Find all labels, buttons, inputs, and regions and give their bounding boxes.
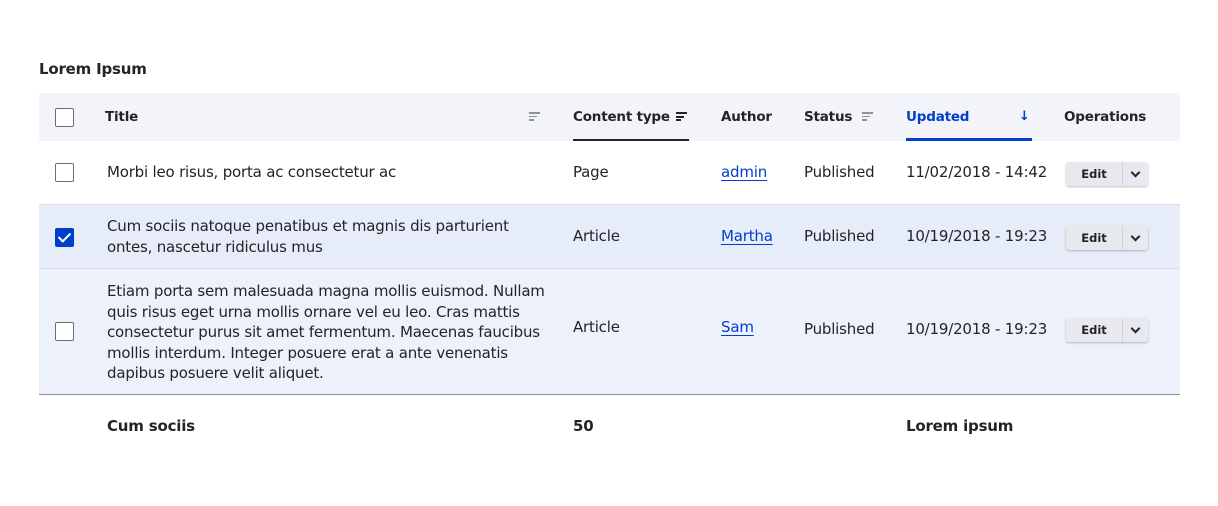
sort-lines-icon	[862, 112, 873, 121]
row-checkbox[interactable]	[55, 163, 74, 182]
column-label-status: Status	[804, 109, 853, 125]
row-title: Etiam porta sem malesuada magna mollis e…	[107, 282, 545, 382]
row-checkbox[interactable]	[55, 228, 74, 247]
arrow-down-icon: ↓	[1019, 109, 1030, 124]
edit-button[interactable]: Edit	[1066, 162, 1123, 186]
row-status: Published	[804, 227, 875, 245]
author-link[interactable]: Sam	[721, 318, 754, 336]
row-updated: 10/19/2018 - 19:23	[906, 320, 1048, 338]
row-status: Published	[804, 320, 875, 338]
column-label-operations: Operations	[1064, 109, 1147, 125]
column-header-author[interactable]: Author	[721, 93, 791, 141]
column-header-status[interactable]: Status	[804, 93, 884, 141]
column-label-author: Author	[721, 109, 772, 125]
sort-lines-icon	[676, 112, 687, 121]
row-title: Morbi leo risus, porta ac consectetur ac	[107, 163, 397, 181]
footer-updated: Lorem ipsum	[906, 417, 1014, 435]
author-link[interactable]: admin	[721, 163, 767, 181]
operations-dropbutton: Edit	[1066, 226, 1148, 250]
row-updated: 11/02/2018 - 14:42	[906, 163, 1048, 181]
edit-button[interactable]: Edit	[1066, 226, 1123, 250]
author-link[interactable]: Martha	[721, 227, 773, 245]
column-label-content-type: Content type	[573, 109, 670, 125]
operations-toggle[interactable]	[1123, 226, 1148, 250]
chevron-down-icon	[1130, 231, 1141, 241]
column-label-title: Title	[105, 109, 139, 125]
row-content-type: Article	[573, 318, 620, 336]
chevron-down-icon	[1130, 323, 1141, 333]
column-header-title[interactable]: Title	[105, 93, 549, 141]
footer-content-type: 50	[573, 417, 594, 435]
column-label-updated: Updated	[906, 109, 970, 125]
select-all-checkbox[interactable]	[55, 108, 74, 127]
edit-button[interactable]: Edit	[1066, 318, 1123, 342]
operations-dropbutton: Edit	[1066, 318, 1148, 342]
row-updated: 10/19/2018 - 19:23	[906, 227, 1048, 245]
operations-dropbutton: Edit	[1066, 162, 1148, 186]
table-row: Etiam porta sem malesuada magna mollis e…	[39, 269, 1180, 395]
sort-lines-icon	[529, 112, 540, 121]
row-checkbox[interactable]	[55, 322, 74, 341]
row-content-type: Page	[573, 163, 609, 181]
column-header-updated[interactable]: Updated ↓	[906, 93, 1032, 141]
column-header-content-type[interactable]: Content type	[573, 93, 689, 141]
content-table: Title Content type Author Status Updated…	[39, 93, 1180, 457]
row-content-type: Article	[573, 227, 620, 245]
table-row: Cum sociis natoque penatibus et magnis d…	[39, 205, 1180, 269]
table-header: Title Content type Author Status Updated…	[39, 93, 1180, 141]
operations-toggle[interactable]	[1123, 318, 1148, 342]
row-title: Cum sociis natoque penatibus et magnis d…	[107, 217, 509, 256]
column-header-operations: Operations	[1064, 93, 1164, 141]
footer-title: Cum sociis	[107, 417, 195, 435]
chevron-down-icon	[1130, 167, 1141, 177]
row-status: Published	[804, 163, 875, 181]
table-caption: Lorem Ipsum	[39, 60, 147, 78]
table-footer: Cum sociis 50 Lorem ipsum	[39, 395, 1180, 457]
operations-toggle[interactable]	[1123, 162, 1148, 186]
table-row: Morbi leo risus, porta ac consectetur ac…	[39, 141, 1180, 205]
